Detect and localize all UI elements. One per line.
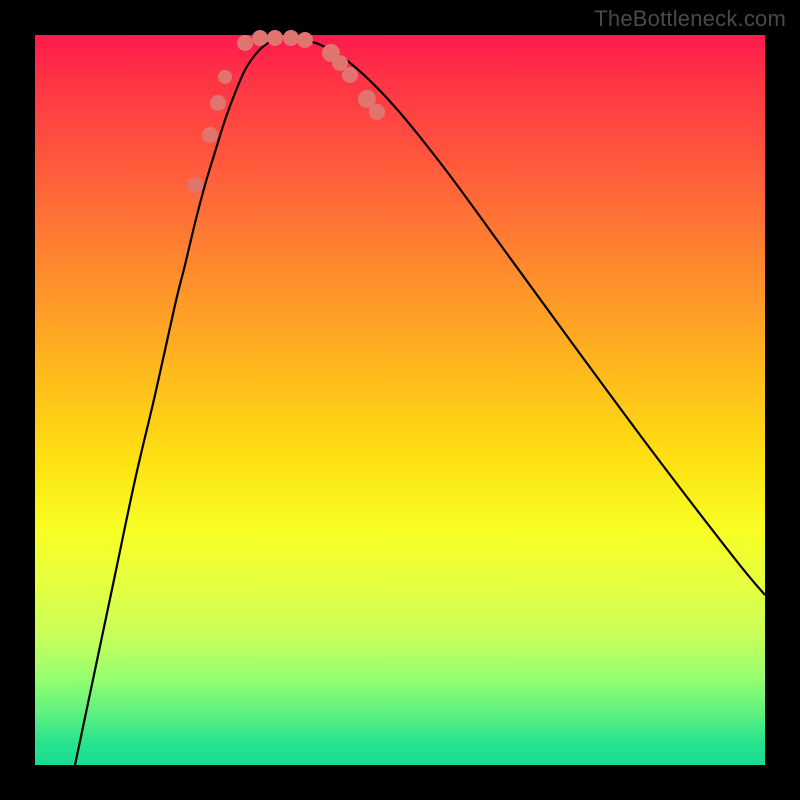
curve-marker xyxy=(210,95,226,111)
potential-curve xyxy=(75,38,765,765)
plot-area xyxy=(35,35,765,765)
curve-marker xyxy=(369,104,385,120)
curve-marker xyxy=(252,30,268,46)
curve-marker xyxy=(283,30,299,46)
chart-frame: TheBottleneck.com xyxy=(0,0,800,800)
curve-marker xyxy=(237,35,253,51)
curve-marker xyxy=(202,127,218,143)
chart-svg xyxy=(35,35,765,765)
curve-marker xyxy=(218,70,232,84)
watermark-text: TheBottleneck.com xyxy=(594,6,786,32)
curve-marker xyxy=(342,67,358,83)
curve-marker xyxy=(267,30,283,46)
curve-marker xyxy=(297,32,313,48)
curve-markers xyxy=(187,30,385,193)
curve-marker xyxy=(187,177,203,193)
